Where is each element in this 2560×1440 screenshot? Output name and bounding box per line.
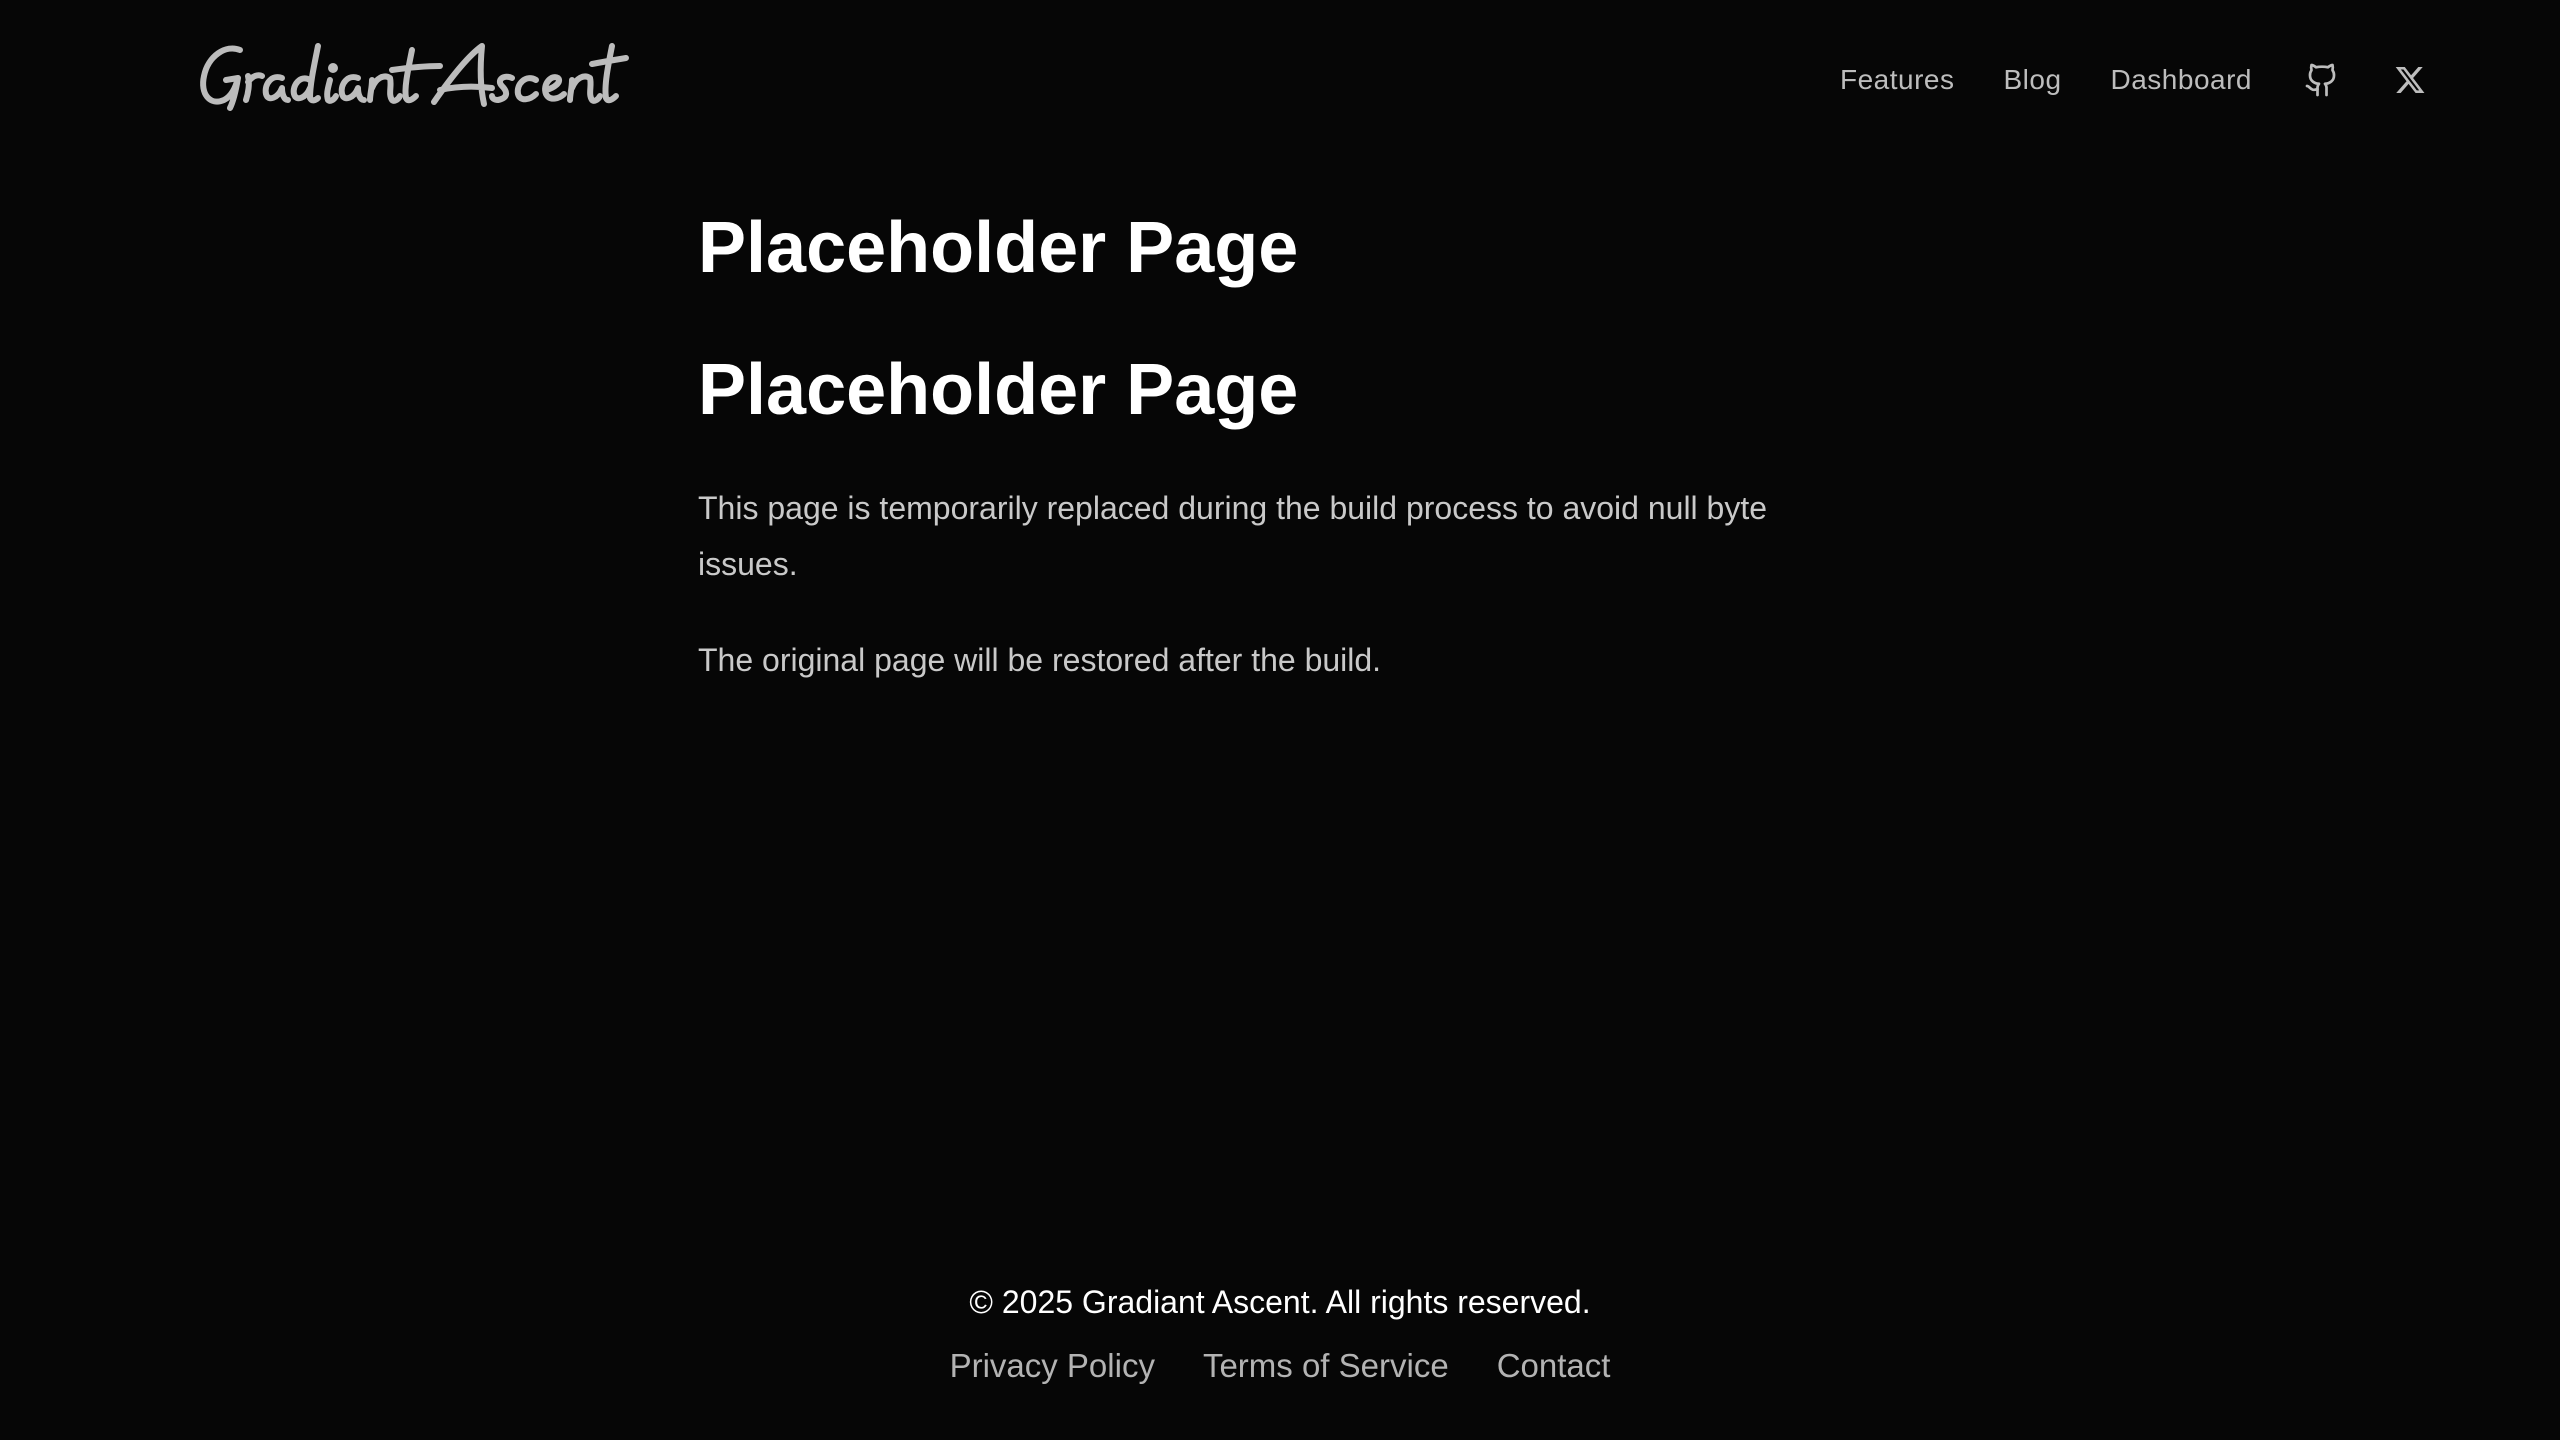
- x-twitter-link[interactable]: [2390, 60, 2430, 100]
- copyright-text: © 2025 Gradiant Ascent. All rights reser…: [969, 1284, 1591, 1320]
- x-twitter-icon: [2395, 67, 2425, 93]
- logo-script-image: [200, 43, 629, 111]
- page-title: Placeholder Page: [698, 208, 1299, 288]
- github-icon: [2305, 63, 2336, 97]
- body-paragraph-1: This page is temporarily replaced during…: [698, 490, 1768, 582]
- page-subtitle: Placeholder Page: [698, 350, 1299, 430]
- site-footer: © 2025 Gradiant Ascent. All rights reser…: [0, 1280, 2560, 1388]
- main-content: Placeholder Page Placeholder Page This p…: [698, 196, 1798, 688]
- logo[interactable]: Gradiant Ascent: [196, 36, 629, 120]
- contact-link[interactable]: Contact: [1497, 1344, 1611, 1388]
- nav-blog-link[interactable]: Blog: [2003, 56, 2061, 104]
- body-paragraph-2: The original page will be restored after…: [698, 642, 1382, 678]
- github-link[interactable]: [2302, 60, 2342, 100]
- nav-dashboard-link[interactable]: Dashboard: [2111, 56, 2252, 104]
- terms-of-service-link[interactable]: Terms of Service: [1203, 1344, 1449, 1388]
- page: Gradiant Ascent Features Blog Dashboard …: [0, 0, 2560, 1440]
- footer-links: Privacy Policy Terms of Service Contact: [0, 1344, 2560, 1388]
- privacy-policy-link[interactable]: Privacy Policy: [950, 1344, 1155, 1388]
- site-header: Gradiant Ascent Features Blog Dashboard: [0, 0, 2560, 160]
- top-nav: Features Blog Dashboard: [1840, 56, 2430, 104]
- nav-features-link[interactable]: Features: [1840, 56, 1955, 104]
- logo-text: Gradiant Ascent: [626, 36, 627, 37]
